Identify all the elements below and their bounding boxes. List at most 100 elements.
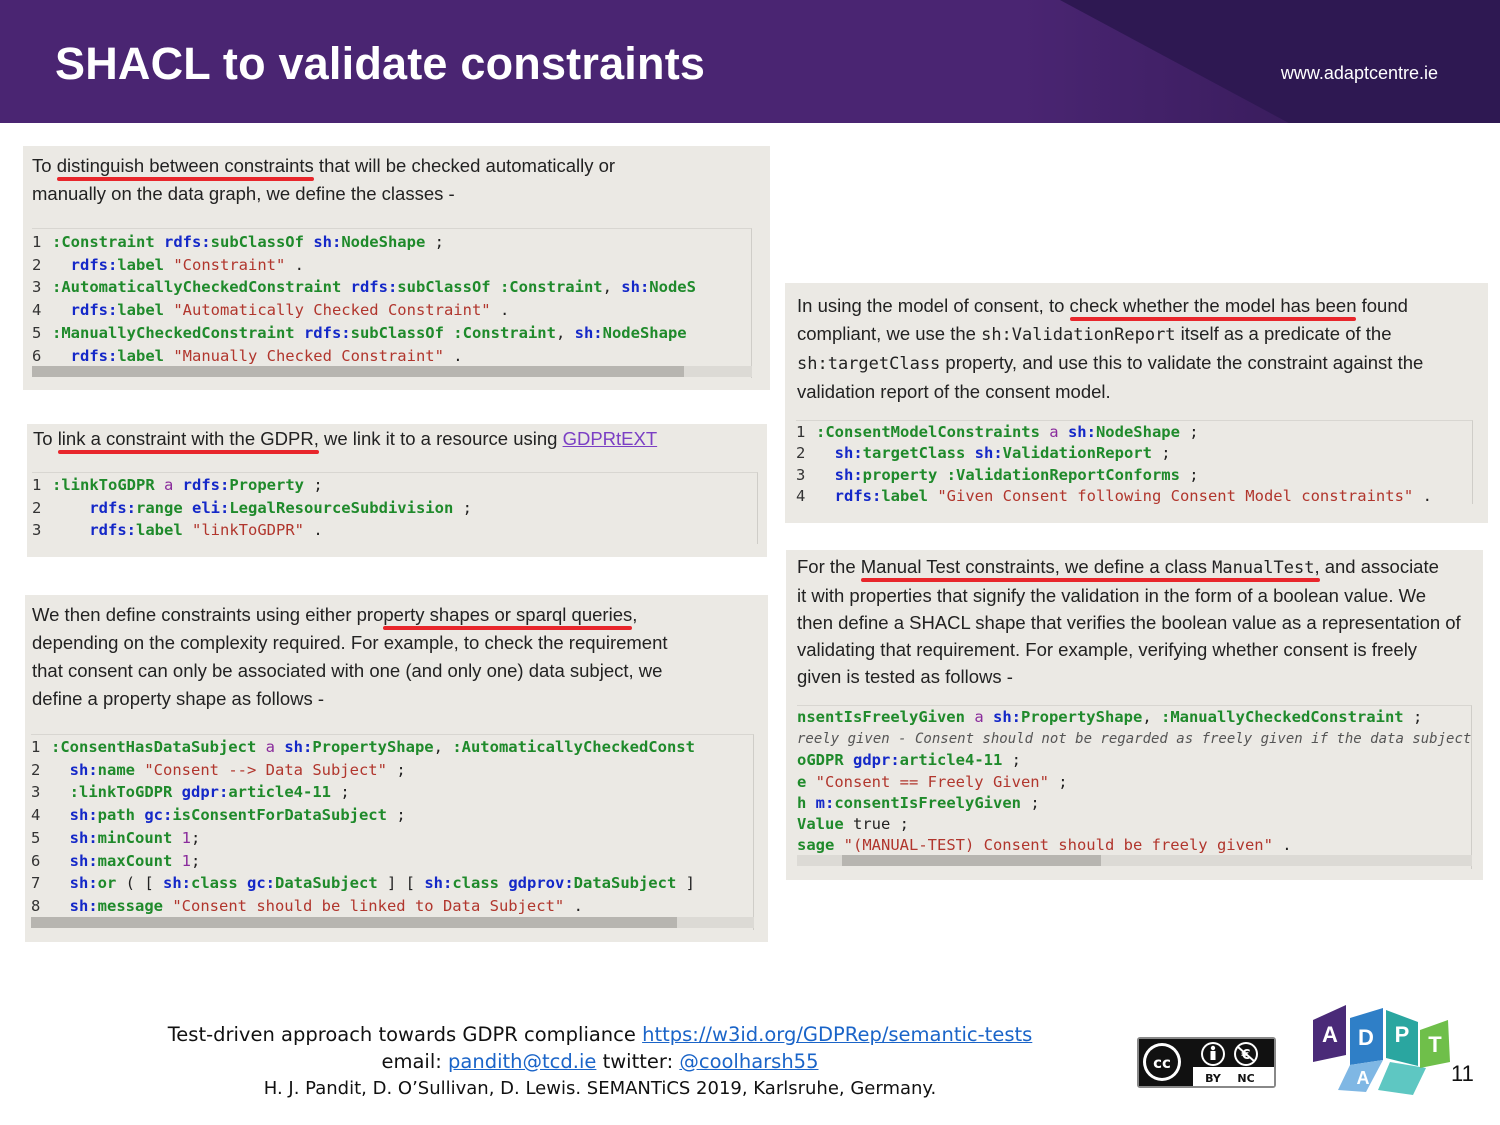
line-number: 1 <box>32 233 51 251</box>
panel-text: To distinguish between constraints that … <box>32 155 616 204</box>
code-token: NodeShape <box>1095 423 1180 441</box>
code-token: PropertyShape <box>312 738 434 756</box>
code-token: , <box>555 323 575 342</box>
code-token: . <box>1413 486 1432 504</box>
semantic-tests-link[interactable]: https://w3id.org/GDPRep/semantic-tests <box>642 1023 1032 1046</box>
svg-text:A: A <box>1357 1068 1370 1088</box>
footer-citation: H. J. Pandit, D. O’Sullivan, D. Lewis. S… <box>263 1078 937 1099</box>
code-token: eli: <box>192 498 230 517</box>
code-token: :ConsentModelConstraints <box>816 423 1050 441</box>
code-token: :ManuallyCheckedConstraint <box>1160 708 1404 726</box>
code-token: :Constraint <box>52 233 164 251</box>
line-number: 3 <box>796 465 815 484</box>
code-line: reely given - Consent should not be rega… <box>797 728 1471 750</box>
code-block: 1 :ConsentHasDataSubject a sh:PropertySh… <box>31 734 754 930</box>
code-token: NodeS <box>649 278 696 297</box>
code-token: . <box>303 521 323 540</box>
code-line: h m:consentIsFreelyGiven ; <box>797 793 1471 814</box>
code-token: sh: <box>974 444 1003 463</box>
scrollbar-thumb[interactable] <box>842 855 1101 866</box>
svg-text:D: D <box>1358 1025 1374 1050</box>
code-block: 1 :linkToGDPR a rdfs:Property ; 2 rdfs:ra… <box>32 472 758 544</box>
code-token: oGDPR <box>797 751 853 770</box>
line-number: 8 <box>31 896 50 915</box>
code-block: nsentIsFreelyGiven a sh:PropertyShape, :… <box>797 705 1472 869</box>
twitter-link[interactable]: @coolharsh55 <box>679 1050 818 1073</box>
code-token: sh: <box>992 708 1021 726</box>
code-token: gc: <box>247 874 275 893</box>
code-token: PropertyShape <box>1020 708 1143 726</box>
line-number: 3 <box>32 278 51 297</box>
code-line: 4 sh:path gc:isConsentForDataSubject ; <box>31 804 753 827</box>
line-number: 3 <box>32 521 51 540</box>
code-line: 1 :ConsentHasDataSubject a sh:PropertySh… <box>31 736 753 759</box>
code-token: ; <box>1179 465 1199 484</box>
code-token: rdfs: <box>350 278 398 297</box>
code-token: . <box>1272 836 1292 855</box>
line-number: 5 <box>31 828 50 847</box>
code-line: 6 sh:maxCount 1; <box>31 850 753 873</box>
code-token: , <box>1142 708 1161 726</box>
panel-text: To link a constraint with the GDPR, we l… <box>33 428 658 449</box>
code-token: subClassOf <box>397 278 500 297</box>
code-line: 2 sh:targetClass sh:ValidationReport ; <box>796 443 1472 464</box>
code-token: sh: <box>163 874 191 893</box>
code-token: sh: <box>816 444 863 463</box>
code-token: ( [ <box>125 874 163 893</box>
scrollbar-thumb[interactable] <box>31 917 677 928</box>
gdprtext-link[interactable]: GDPRtEXT <box>563 428 658 449</box>
line-number: 4 <box>31 806 50 825</box>
code-token: NodeShape <box>602 323 687 342</box>
code-token: article4-11 <box>228 783 331 802</box>
svg-text:NC: NC <box>1237 1072 1254 1085</box>
code-line: 1 :linkToGDPR a rdfs:Property ; <box>32 474 757 497</box>
code-token: ; <box>191 828 201 847</box>
code-token: sage <box>797 836 844 855</box>
code-token: ; <box>386 760 406 779</box>
code-token: sh: <box>284 738 313 756</box>
line-number: 2 <box>32 498 51 517</box>
email-link[interactable]: pandith@tcd.ie <box>448 1050 596 1073</box>
code-token: Value <box>797 815 853 834</box>
highlight-underline: link a constraint with the GDPR, <box>57 428 319 449</box>
code-token: rdfs: <box>52 255 118 274</box>
code-token: gdpr: <box>853 751 900 770</box>
code-token: sh: <box>1067 423 1096 441</box>
code-line: 6 rdfs:label "Manually Checked Constrain… <box>32 345 751 368</box>
code-token: ; <box>303 476 323 494</box>
code-token: . <box>564 896 583 915</box>
code-token: , <box>433 738 453 756</box>
code-token: "Constraint" <box>173 255 286 274</box>
code-token: DataSubject <box>573 874 677 893</box>
code-token: rdfs: <box>52 521 136 540</box>
code-token: ; <box>890 815 909 834</box>
code-line: 1 :Constraint rdfs:subClassOf sh:NodeSha… <box>32 231 751 254</box>
code-token: . <box>443 346 463 365</box>
cc-by-nc-icon: cc € BY NC <box>1137 1037 1276 1088</box>
line-number: 2 <box>31 760 50 779</box>
line-number: 6 <box>32 346 51 365</box>
panel-validation-report: In using the model of consent, to check … <box>785 283 1488 523</box>
highlight-underline: check whether the model has been <box>1069 295 1357 316</box>
code-token: class <box>452 874 509 893</box>
code-token: :linkToGDPR <box>51 783 182 802</box>
code-token: rdfs: <box>303 323 351 342</box>
svg-text:P: P <box>1395 1022 1410 1047</box>
code-line: 3 rdfs:label "linkToGDPR" . <box>32 519 757 542</box>
code-token: h <box>797 793 816 812</box>
code-line: 2 sh:name "Consent --> Data Subject" ; <box>31 759 753 782</box>
svg-text:T: T <box>1428 1032 1442 1057</box>
code-token: ; <box>191 851 201 870</box>
code-token: . <box>285 255 304 274</box>
code-block: 1 :ConsentModelConstraints a sh:NodeShap… <box>796 420 1473 504</box>
code-token: sh: <box>424 874 453 893</box>
code-token: sh: <box>51 828 98 847</box>
code-token: :AutomaticallyCheckedConstraint <box>52 278 351 297</box>
code-token: . <box>490 301 510 320</box>
code-token: class <box>191 874 247 893</box>
scrollbar-thumb[interactable] <box>32 366 684 377</box>
code-token: sh: <box>816 465 863 484</box>
code-token: ValidationReport <box>1002 444 1152 463</box>
code-token: true <box>853 815 891 834</box>
code-token: subClassOf <box>350 323 454 342</box>
